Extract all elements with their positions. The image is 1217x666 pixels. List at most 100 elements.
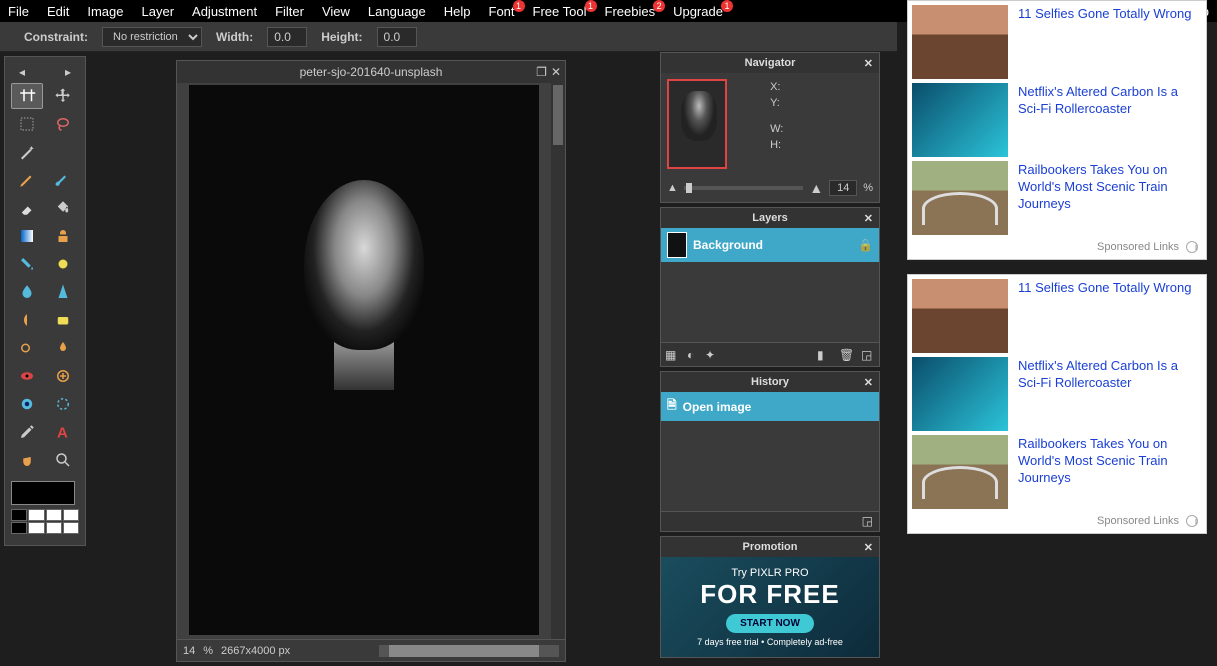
badge-icon: 2 bbox=[653, 0, 665, 12]
sharpen-tool[interactable] bbox=[47, 279, 79, 305]
spotheal-tool[interactable] bbox=[47, 363, 79, 389]
ad-link[interactable]: 11 Selfies Gone Totally Wrong bbox=[1018, 5, 1191, 79]
ad-item[interactable]: Netflix's Altered Carbon Is a Sci-Fi Rol… bbox=[912, 83, 1202, 157]
navigator-thumbnail[interactable] bbox=[667, 79, 727, 169]
bloat-tool[interactable] bbox=[11, 391, 43, 417]
ad-link[interactable]: Netflix's Altered Carbon Is a Sci-Fi Rol… bbox=[1018, 357, 1202, 431]
gradient-tool[interactable] bbox=[11, 223, 43, 249]
colorreplace-tool[interactable] bbox=[11, 251, 43, 277]
eyedropper-tool[interactable] bbox=[11, 419, 43, 445]
new-layer-icon[interactable]: ▮ bbox=[817, 348, 831, 362]
menu-language[interactable]: Language bbox=[368, 4, 426, 19]
menu-view[interactable]: View bbox=[322, 4, 350, 19]
menu-adjustment[interactable]: Adjustment bbox=[192, 4, 257, 19]
history-item[interactable]: 🗎 Open image bbox=[661, 392, 879, 421]
zoom-out-icon[interactable]: ▲ bbox=[667, 182, 678, 194]
ad-item[interactable]: 11 Selfies Gone Totally Wrong bbox=[912, 5, 1202, 79]
pinch-tool[interactable] bbox=[47, 391, 79, 417]
maximize-icon[interactable]: ❐ bbox=[536, 65, 547, 79]
menu-file[interactable]: File bbox=[8, 4, 29, 19]
canvas-area[interactable] bbox=[177, 83, 565, 639]
delete-layer-icon[interactable]: 🗑 bbox=[839, 348, 853, 362]
wand-tool[interactable] bbox=[11, 139, 43, 165]
menu-upgrade[interactable]: Upgrade1 bbox=[673, 4, 723, 19]
zoom-tool[interactable] bbox=[47, 447, 79, 473]
menu-freebies[interactable]: Freebies2 bbox=[605, 4, 656, 19]
constraint-select[interactable]: No restriction bbox=[102, 27, 202, 47]
pencil-tool[interactable] bbox=[11, 167, 43, 193]
menu-freetool[interactable]: Free Tool1 bbox=[533, 4, 587, 19]
close-icon[interactable]: ✕ bbox=[551, 65, 561, 79]
layer-settings-icon[interactable]: ▦ bbox=[665, 348, 679, 362]
foreground-swatch[interactable] bbox=[11, 481, 75, 505]
height-input[interactable]: 0.0 bbox=[377, 27, 417, 47]
horizontal-scrollbar[interactable] bbox=[379, 645, 559, 657]
swatch[interactable] bbox=[11, 509, 27, 521]
burn-tool[interactable] bbox=[47, 335, 79, 361]
close-icon[interactable]: ✕ bbox=[864, 57, 873, 70]
lasso-tool[interactable] bbox=[47, 111, 79, 137]
menu-filter[interactable]: Filter bbox=[275, 4, 304, 19]
close-icon[interactable]: ✕ bbox=[864, 376, 873, 389]
swatch[interactable] bbox=[63, 509, 79, 521]
marquee-tool[interactable] bbox=[11, 111, 43, 137]
bucket-tool[interactable] bbox=[47, 195, 79, 221]
menu-layer[interactable]: Layer bbox=[142, 4, 175, 19]
eraser-tool[interactable] bbox=[11, 195, 43, 221]
sponsored-label[interactable]: Sponsored Links i bbox=[912, 513, 1202, 529]
zoom-value[interactable]: 14 bbox=[183, 645, 195, 657]
ad-link[interactable]: Netflix's Altered Carbon Is a Sci-Fi Rol… bbox=[1018, 83, 1202, 157]
vertical-scrollbar[interactable] bbox=[551, 83, 565, 639]
promo-banner[interactable]: Try PIXLR PRO FOR FREE START NOW 7 days … bbox=[661, 557, 879, 657]
menu-edit[interactable]: Edit bbox=[47, 4, 69, 19]
clone-tool[interactable] bbox=[47, 223, 79, 249]
collapse-right-icon[interactable]: ▸ bbox=[65, 65, 71, 79]
lock-icon[interactable]: 🔒 bbox=[858, 238, 873, 252]
type-tool[interactable]: A bbox=[47, 419, 79, 445]
panel-title: Navigator bbox=[745, 57, 796, 69]
zoom-value[interactable]: 14 bbox=[829, 180, 857, 196]
swatch[interactable] bbox=[46, 522, 62, 534]
styles-icon[interactable]: ✦ bbox=[705, 348, 719, 362]
menu-font[interactable]: Font1 bbox=[489, 4, 515, 19]
zoom-slider[interactable] bbox=[684, 186, 803, 190]
width-input[interactable]: 0.0 bbox=[267, 27, 307, 47]
resize-icon[interactable]: ◲ bbox=[862, 514, 873, 528]
swatch[interactable] bbox=[63, 522, 79, 534]
layer-item[interactable]: Background 🔒 bbox=[661, 228, 879, 262]
close-icon[interactable]: ✕ bbox=[864, 541, 873, 554]
swatch[interactable] bbox=[11, 522, 27, 534]
ad-item[interactable]: 11 Selfies Gone Totally Wrong bbox=[912, 279, 1202, 353]
swatch[interactable] bbox=[46, 509, 62, 521]
swatch[interactable] bbox=[28, 509, 44, 521]
ad-link[interactable]: Railbookers Takes You on World's Most Sc… bbox=[1018, 161, 1202, 235]
menu-image[interactable]: Image bbox=[87, 4, 123, 19]
crop-tool[interactable] bbox=[11, 83, 43, 109]
move-tool[interactable] bbox=[47, 83, 79, 109]
drawing-tool[interactable] bbox=[47, 251, 79, 277]
ad-item[interactable]: Netflix's Altered Carbon Is a Sci-Fi Rol… bbox=[912, 357, 1202, 431]
close-icon[interactable]: ✕ bbox=[864, 212, 873, 225]
sponsored-label[interactable]: Sponsored Links i bbox=[912, 239, 1202, 255]
start-now-button[interactable]: START NOW bbox=[726, 614, 814, 633]
document-titlebar[interactable]: peter-sjo-201640-unsplash ❐ ✕ bbox=[177, 61, 565, 83]
menu-help[interactable]: Help bbox=[444, 4, 471, 19]
sponge-tool[interactable] bbox=[47, 307, 79, 333]
info-icon[interactable]: i bbox=[1186, 241, 1198, 253]
brush-tool[interactable] bbox=[47, 167, 79, 193]
collapse-left-icon[interactable]: ◂ bbox=[19, 65, 25, 79]
info-icon[interactable]: i bbox=[1186, 515, 1198, 527]
dodge-tool[interactable] bbox=[11, 335, 43, 361]
ad-link[interactable]: Railbookers Takes You on World's Most Sc… bbox=[1018, 435, 1202, 509]
swatch[interactable] bbox=[28, 522, 44, 534]
redeye-tool[interactable] bbox=[11, 363, 43, 389]
more-icon[interactable]: ◲ bbox=[861, 348, 875, 362]
blur-tool[interactable] bbox=[11, 279, 43, 305]
ad-item[interactable]: Railbookers Takes You on World's Most Sc… bbox=[912, 435, 1202, 509]
smudge-tool[interactable] bbox=[11, 307, 43, 333]
ad-link[interactable]: 11 Selfies Gone Totally Wrong bbox=[1018, 279, 1191, 353]
ad-item[interactable]: Railbookers Takes You on World's Most Sc… bbox=[912, 161, 1202, 235]
zoom-in-icon[interactable]: ▲ bbox=[809, 180, 823, 196]
hand-tool[interactable] bbox=[11, 447, 43, 473]
mask-icon[interactable]: ◐ bbox=[687, 348, 701, 362]
